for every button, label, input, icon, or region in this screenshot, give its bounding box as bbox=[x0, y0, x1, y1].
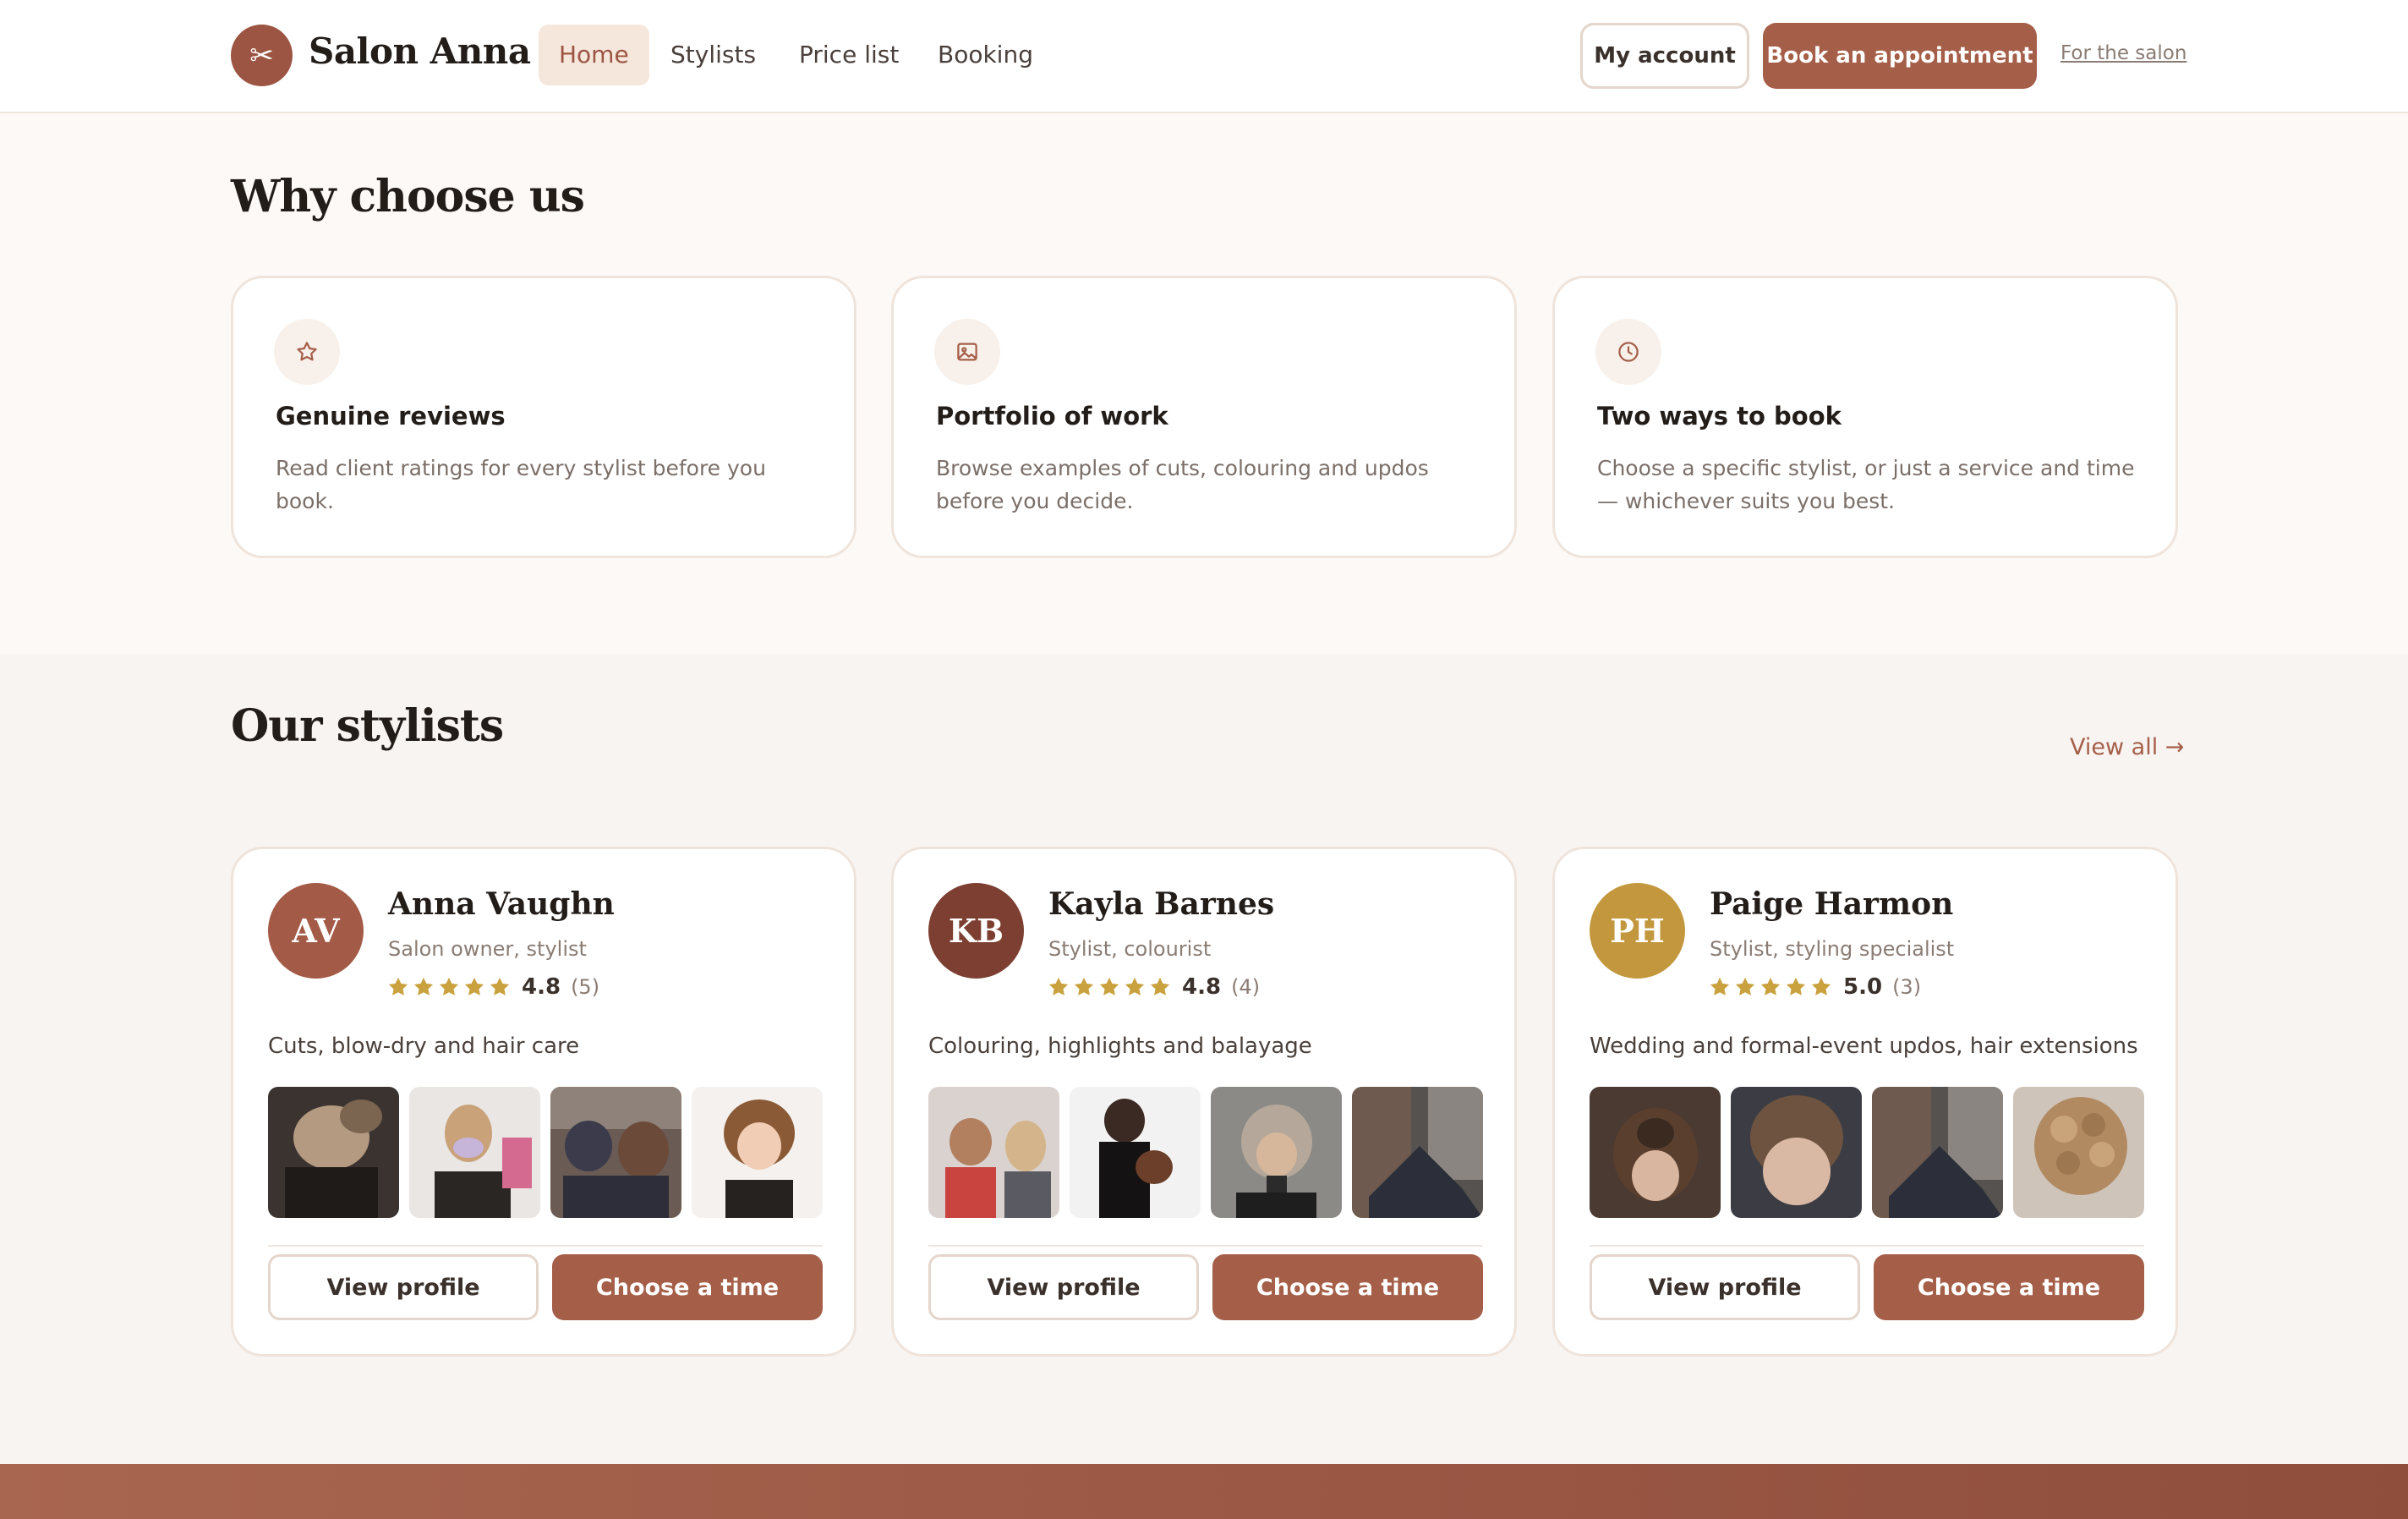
nav-booking[interactable]: Booking bbox=[917, 25, 1054, 85]
portfolio-photo[interactable] bbox=[1590, 1087, 1721, 1218]
card-divider bbox=[268, 1245, 823, 1247]
review-count: (4) bbox=[1231, 975, 1261, 999]
stylist-card-kayla: KB Kayla Barnes Stylist, colourist 4.8 (… bbox=[891, 847, 1517, 1357]
why-card-text: Browse examples of cuts, colouring and u… bbox=[936, 456, 1429, 513]
stylist-name[interactable]: Anna Vaughn bbox=[388, 886, 615, 922]
nav-stylists[interactable]: Stylists bbox=[650, 25, 776, 85]
star-icon bbox=[274, 319, 340, 385]
nav-home[interactable]: Home bbox=[539, 25, 649, 85]
why-card-title: Portfolio of work bbox=[936, 402, 1168, 430]
star-icon bbox=[464, 977, 484, 995]
my-account-button[interactable]: My account bbox=[1580, 23, 1749, 89]
why-card-reviews: Genuine reviews Read client ratings for … bbox=[231, 276, 856, 558]
portfolio-photo[interactable] bbox=[692, 1087, 823, 1218]
why-card-title: Genuine reviews bbox=[276, 402, 506, 430]
star-icon bbox=[439, 977, 459, 995]
view-all-link[interactable]: View all → bbox=[2070, 734, 2184, 760]
portfolio-photo[interactable] bbox=[268, 1087, 399, 1218]
portfolio-thumbnails bbox=[1590, 1087, 2144, 1218]
avatar[interactable]: AV bbox=[268, 883, 364, 979]
clock-icon bbox=[1595, 319, 1661, 385]
stylist-name[interactable]: Kayla Barnes bbox=[1048, 886, 1274, 922]
portfolio-photo[interactable] bbox=[1872, 1087, 2003, 1218]
portfolio-photo[interactable] bbox=[1211, 1087, 1342, 1218]
why-section-title: Why choose us bbox=[231, 171, 585, 222]
star-icon bbox=[1048, 977, 1069, 995]
stylist-card-anna: AV Anna Vaughn Salon owner, stylist 4.8 … bbox=[231, 847, 856, 1357]
card-divider bbox=[1590, 1245, 2144, 1247]
star-icon bbox=[388, 977, 408, 995]
stylist-role: Stylist, styling specialist bbox=[1710, 937, 1955, 961]
rating-stars: 5.0 (3) bbox=[1708, 974, 1921, 1000]
star-icon bbox=[413, 977, 434, 995]
view-profile-button[interactable]: View profile bbox=[928, 1254, 1199, 1320]
rating-value: 4.8 bbox=[1182, 974, 1222, 1000]
why-card-text: Choose a specific stylist, or just a ser… bbox=[1597, 456, 2135, 513]
star-icon bbox=[1811, 977, 1831, 995]
avatar[interactable]: KB bbox=[928, 883, 1024, 979]
logo-glyph: ✂ bbox=[249, 38, 274, 73]
star-icon bbox=[490, 977, 510, 995]
review-count: (5) bbox=[571, 975, 600, 999]
choose-time-button[interactable]: Choose a time bbox=[552, 1254, 823, 1320]
stylist-role: Stylist, colourist bbox=[1048, 937, 1212, 961]
scissors-icon[interactable]: ✂ bbox=[231, 25, 293, 86]
choose-time-button[interactable]: Choose a time bbox=[1874, 1254, 2144, 1320]
portfolio-thumbnails bbox=[268, 1087, 823, 1218]
rating-stars: 4.8 (5) bbox=[386, 974, 599, 1000]
stylist-card-paige: PH Paige Harmon Stylist, styling special… bbox=[1552, 847, 2178, 1357]
star-icon bbox=[1735, 977, 1755, 995]
portfolio-thumbnails bbox=[928, 1087, 1483, 1218]
portfolio-photo[interactable] bbox=[928, 1087, 1059, 1218]
image-icon bbox=[934, 319, 1000, 385]
portfolio-photo[interactable] bbox=[1070, 1087, 1201, 1218]
star-icon bbox=[1150, 977, 1170, 995]
stylist-specialty: Cuts, blow-dry and hair care bbox=[268, 1034, 580, 1059]
why-card-text: Read client ratings for every stylist be… bbox=[276, 456, 766, 513]
nav-price-list[interactable]: Price list bbox=[779, 25, 919, 85]
rating-value: 5.0 bbox=[1843, 974, 1883, 1000]
why-card-title: Two ways to book bbox=[1597, 402, 1842, 430]
card-divider bbox=[928, 1245, 1483, 1247]
portfolio-photo[interactable] bbox=[2013, 1087, 2144, 1218]
top-header: ✂ Salon Anna Home Stylists Price list Bo… bbox=[0, 0, 2408, 113]
cta-band bbox=[0, 1464, 2408, 1519]
view-profile-button[interactable]: View profile bbox=[1590, 1254, 1860, 1320]
star-icon bbox=[1710, 977, 1730, 995]
star-icon bbox=[1760, 977, 1781, 995]
for-the-salon-link[interactable]: For the salon bbox=[2060, 42, 2186, 64]
portfolio-photo[interactable] bbox=[1731, 1087, 1862, 1218]
stylist-name[interactable]: Paige Harmon bbox=[1710, 886, 1953, 922]
portfolio-photo[interactable] bbox=[1352, 1087, 1483, 1218]
stylist-role: Salon owner, stylist bbox=[388, 937, 587, 961]
star-icon bbox=[1786, 977, 1806, 995]
avatar[interactable]: PH bbox=[1590, 883, 1685, 979]
review-count: (3) bbox=[1892, 975, 1922, 999]
stylist-specialty: Wedding and formal-event updos, hair ext… bbox=[1590, 1034, 2138, 1059]
why-card-booking: Two ways to book Choose a specific styli… bbox=[1552, 276, 2178, 558]
why-card-portfolio: Portfolio of work Browse examples of cut… bbox=[891, 276, 1517, 558]
stylists-section-title: Our stylists bbox=[231, 700, 504, 752]
book-appointment-button[interactable]: Book an appointment bbox=[1763, 23, 2037, 89]
stylist-specialty: Colouring, highlights and balayage bbox=[928, 1034, 1312, 1059]
rating-value: 4.8 bbox=[522, 974, 561, 1000]
star-icon bbox=[1125, 977, 1145, 995]
choose-time-button[interactable]: Choose a time bbox=[1212, 1254, 1483, 1320]
brand-name[interactable]: Salon Anna bbox=[309, 30, 531, 72]
star-icon bbox=[1074, 977, 1094, 995]
star-icon bbox=[1099, 977, 1119, 995]
page: ✂ Salon Anna Home Stylists Price list Bo… bbox=[0, 0, 2408, 1519]
portfolio-photo[interactable] bbox=[550, 1087, 681, 1218]
view-profile-button[interactable]: View profile bbox=[268, 1254, 539, 1320]
portfolio-photo[interactable] bbox=[409, 1087, 540, 1218]
rating-stars: 4.8 (4) bbox=[1047, 974, 1260, 1000]
